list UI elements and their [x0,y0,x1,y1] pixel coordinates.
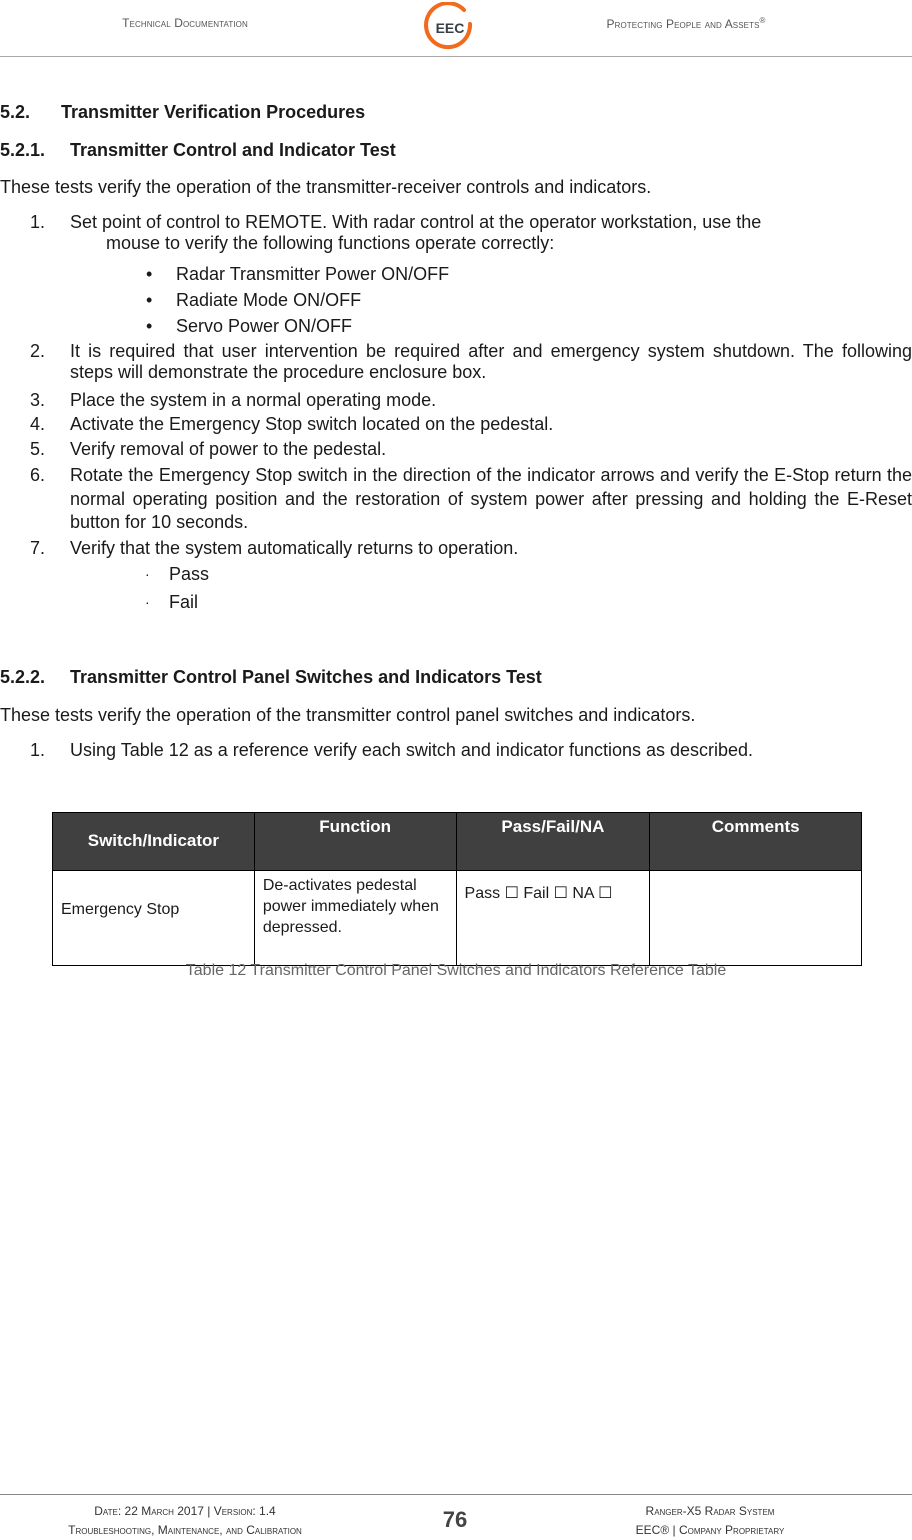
step-6: 6. Rotate the Emergency Stop switch in t… [30,464,912,535]
footer-date-version: Date: 22 March 2017 | Version: 1.4 [94,1504,276,1518]
table-caption: Table 12 Transmitter Control Panel Switc… [185,962,727,979]
footer-proprietary: EEC® | Company Proprietary [635,1523,785,1537]
column-header: Switch/Indicator [52,812,255,871]
step-text: Rotate the Emergency Stop switch in the … [70,465,912,532]
step-text: Using Table 12 as a reference verify eac… [70,740,754,760]
bullet-icon: · [145,594,150,610]
step-text-line1: Set point of control to REMOTE. With rad… [70,212,762,232]
bullet-icon: • [146,316,153,336]
switch-cell: Emergency Stop [52,870,255,966]
page-number: 76 [442,1507,468,1532]
subsection-heading-2: 5.2.2. Transmitter Control Panel Switches… [0,667,542,688]
page-header: Technical Documentation EEC Protecting P… [0,0,912,57]
intro-paragraph: These tests verify the operation of the … [0,177,652,197]
footer-right: Ranger-X5 Radar System EEC® | Company Pr… [560,1502,860,1540]
registered-mark: ® [759,16,766,25]
function-item: • Radar Transmitter Power ON/OFF [146,264,450,284]
step-number: 2. [30,341,46,361]
step-text: Activate the Emergency Stop switch locat… [70,414,554,434]
function-cell: De-activates pedestal power immediately … [253,870,457,966]
result-cell[interactable]: Pass ☐ Fail ☐ NA ☐ [455,870,651,966]
column-header: Function [253,812,457,871]
bullet-icon: • [146,264,153,284]
step-number: 7. [30,538,46,558]
step-text: Verify that the system automatically ret… [70,538,519,558]
step-3: 3. Place the system in a normal operatin… [30,390,437,411]
step-1: 1. Using Table 12 as a reference verify … [30,740,754,761]
step-5: 5. Verify removal of power to the pedest… [30,439,387,460]
comments-cell[interactable] [649,870,862,966]
step-4: 4. Activate the Emergency Stop switch lo… [30,414,554,435]
subsection-title: Transmitter Control Panel Switches and I… [70,667,542,687]
header-right-text: Protecting People and Assets® [460,16,912,31]
subsection-number: 5.2.2. [0,667,46,687]
step-text: Verify removal of power to the pedestal. [70,439,387,459]
footer-divider [0,1494,912,1495]
reference-table: Switch/Indicator Function Pass/Fail/NA C… [52,812,862,966]
intro-paragraph: These tests verify the operation of the … [0,705,696,725]
subsection-heading-1: 5.2.1. Transmitter Control and Indicator … [0,140,396,161]
header-divider [0,56,912,57]
function-item: • Servo Power ON/OFF [146,316,353,336]
table-row: Emergency Stop De-activates pedestal pow… [52,870,862,966]
step-number: 6. [30,465,46,485]
section-heading: 5.2. Transmitter Verification Procedures [0,102,365,123]
step-number: 1. [30,740,46,760]
step-2: 2. It is required that user intervention… [30,341,912,383]
section-number: 5.2. [0,102,31,122]
step-number: 3. [30,390,46,410]
footer-product: Ranger-X5 Radar System [645,1504,775,1518]
step-number: 4. [30,414,46,434]
bullet-icon: · [145,566,150,582]
table-header-row: Switch/Indicator Function Pass/Fail/NA C… [52,812,862,871]
function-item: • Radiate Mode ON/OFF [146,290,362,310]
subsection-number: 5.2.1. [0,140,46,160]
footer-left: Date: 22 March 2017 | Version: 1.4 Troub… [0,1502,370,1540]
column-header: Pass/Fail/NA [455,812,651,871]
bullet-icon: • [146,290,153,310]
step-1: 1. Set point of control to REMOTE. With … [30,212,912,254]
step-text: It is required that user intervention be… [70,341,912,382]
subsection-title: Transmitter Control and Indicator Test [70,140,396,160]
step-number: 1. [30,212,46,232]
header-left-text: Technical Documentation [122,16,248,30]
footer-chapter: Troubleshooting, Maintenance, and Calibr… [68,1523,302,1537]
step-text-line2: mouse to verify the following functions … [106,233,555,253]
section-title: Transmitter Verification Procedures [61,102,366,122]
header-tagline: Protecting People and Assets [606,17,760,31]
step-7: 7. Verify that the system automatically … [30,538,519,559]
step-text: Place the system in a normal operating m… [70,390,437,410]
column-header: Comments [649,812,862,871]
step-number: 5. [30,439,46,459]
result-option-pass: · Pass [145,564,210,584]
result-option-fail: · Fail [145,592,199,612]
